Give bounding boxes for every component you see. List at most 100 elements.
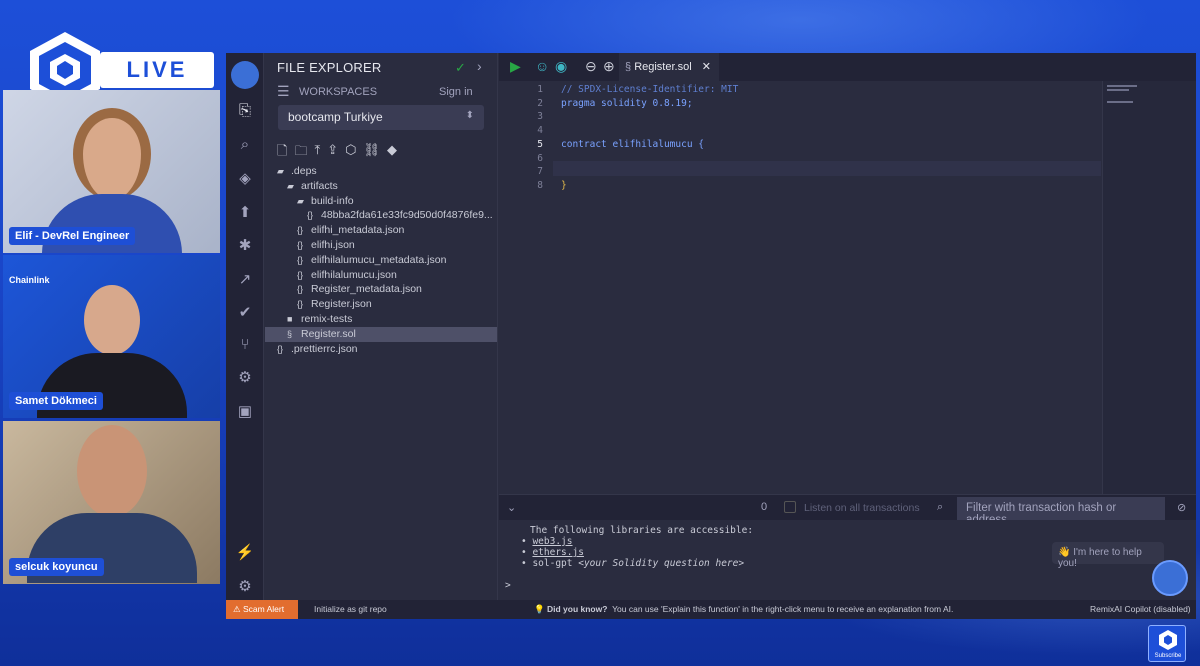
tree-item-label: elifhilalumucu_metadata.json xyxy=(311,253,447,266)
scam-alert-label: Scam Alert xyxy=(242,604,285,614)
link-icon[interactable]: ⛓ xyxy=(363,142,380,158)
debugger-icon[interactable]: ✱ xyxy=(235,236,255,256)
line-number: 8 xyxy=(537,179,543,191)
remix-logo-icon[interactable] xyxy=(231,61,259,89)
git-icon[interactable]: ⑂ xyxy=(235,335,255,355)
tree-item-label: .prettierrc.json xyxy=(291,342,358,355)
terminal-prompt[interactable]: > xyxy=(505,580,511,591)
ipfs-icon[interactable]: ⬡ xyxy=(345,142,356,158)
tree-item[interactable]: {} Register_metadata.json xyxy=(265,282,497,297)
subscribe-button[interactable]: Subscribe xyxy=(1148,625,1186,662)
learneth-icon[interactable]: ▣ xyxy=(235,402,255,422)
check-icon: ✓ xyxy=(455,60,466,75)
tree-item[interactable]: {} elifhilalumucu_metadata.json xyxy=(265,253,497,268)
workspace-select[interactable]: bootcamp Turkiye ⬍ xyxy=(278,105,484,130)
remixai-icon[interactable]: ☺ xyxy=(535,58,549,74)
scam-alert-button[interactable]: ⚠ Scam Alert xyxy=(226,600,298,619)
did-you-know: 💡 Did you know? You can use 'Explain thi… xyxy=(534,604,953,615)
code-editor[interactable]: 1 2 3 45 6 78 // SPDX-License-Identifier: MIT… xyxy=(499,81,1196,494)
folder-icon: ■ xyxy=(287,313,293,324)
listen-checkbox[interactable] xyxy=(784,501,796,513)
tree-item[interactable]: ■ remix-tests xyxy=(265,312,497,327)
upload-file-icon[interactable]: ⤒ xyxy=(314,142,320,158)
tip-text: You can use 'Explain this function' in t… xyxy=(612,604,954,614)
terminal-intro: The following libraries are accessible: xyxy=(530,525,754,536)
tree-item[interactable]: § Register.sol xyxy=(265,326,497,342)
search-icon: ⌕ xyxy=(937,501,944,513)
plugin-manager-icon[interactable]: ⚡ xyxy=(235,543,255,563)
github-icon[interactable]: ◆ xyxy=(387,142,397,158)
tab-register-sol[interactable]: § Register.sol ✕ xyxy=(619,53,719,81)
zoom-out-icon[interactable]: ⊖ xyxy=(585,58,597,75)
lib-link[interactable]: ethers.js xyxy=(532,547,583,558)
line-number: 6 xyxy=(537,152,543,164)
zoom-in-icon[interactable]: ⊕ xyxy=(603,58,615,75)
code-content[interactable]: // SPDX-License-Identifier: MIT pragma so… xyxy=(561,81,1101,494)
tree-item[interactable]: {} elifhilalumucu.json xyxy=(265,268,497,283)
settings-gear-icon[interactable]: ⚙ xyxy=(235,368,255,388)
tree-item-label: elifhi_metadata.json xyxy=(311,224,405,237)
solidity-icon: § xyxy=(625,61,632,73)
webcam-elif: Elif - DevRel Engineer xyxy=(3,90,220,253)
copilot-status[interactable]: RemixAI Copilot (disabled) xyxy=(1090,604,1191,614)
tx-count: 0 xyxy=(761,501,768,513)
deploy-run-icon[interactable]: ⬆ xyxy=(235,203,255,223)
tree-item-label: remix-tests xyxy=(301,312,353,325)
close-tab-icon[interactable]: ✕ xyxy=(702,60,711,73)
git-init-link[interactable]: Initialize as git repo xyxy=(314,604,387,614)
terminal-toolbar: ⌄ 0 Listen on all transactions ⌕ Filter … xyxy=(499,494,1196,526)
search-icon[interactable]: ⌕ xyxy=(235,135,255,155)
code-line: } xyxy=(561,179,567,191)
participant-name: selcuk koyuncu xyxy=(9,558,104,576)
editor-tabbar: ▶ ☺ ◉ ⊖ ⊕ § Register.sol ✕ xyxy=(499,53,1196,81)
hamburger-menu-icon[interactable]: ☰ xyxy=(277,83,290,100)
ai-help-bubble[interactable]: 👋 I'm here to help you! xyxy=(1052,542,1164,569)
filter-input[interactable]: Filter with transaction hash or address xyxy=(957,497,1165,526)
chevron-right-icon[interactable]: › xyxy=(477,58,482,74)
toggle-icon[interactable]: ◉ xyxy=(555,58,567,75)
participant-name: Samet Dökmeci xyxy=(9,392,103,410)
minimap[interactable] xyxy=(1102,81,1196,494)
tree-item[interactable]: ▰ build-info xyxy=(265,194,497,209)
lib-link[interactable]: web3.js xyxy=(532,536,572,547)
live-label: LIVE xyxy=(100,52,214,88)
tree-item[interactable]: ▰ .deps xyxy=(265,164,497,179)
json-icon: {} xyxy=(277,343,284,354)
settings-icon[interactable]: ⚙ xyxy=(235,577,255,597)
sign-in-button[interactable]: Sign in xyxy=(439,86,473,98)
solgpt-hint: <your Solidity question here> xyxy=(578,558,745,569)
file-explorer-icon[interactable]: ⎘ xyxy=(235,101,255,121)
upload-folder-icon[interactable]: ⇪ xyxy=(327,142,338,158)
json-icon: {} xyxy=(307,210,314,221)
solidity-compiler-icon[interactable]: ◈ xyxy=(235,169,255,189)
line-number: 7 xyxy=(537,166,543,178)
new-folder-icon[interactable]: 🗀 xyxy=(294,142,307,158)
tree-item[interactable]: {} 48bba2fda61e33fc9d50d0f4876fe9... xyxy=(265,208,497,223)
line-number: 4 xyxy=(537,125,543,137)
list-item: • ethers.js xyxy=(521,547,584,558)
clear-console-icon[interactable]: ⊘ xyxy=(1177,501,1186,514)
tree-item[interactable]: {} elifhi_metadata.json xyxy=(265,223,497,238)
json-icon: {} xyxy=(297,284,304,295)
file-tree: ▰ .deps ▰ artifacts ▰ build-info {} 48bba2fda61… xyxy=(265,164,497,356)
folder-open-icon: ▰ xyxy=(277,166,284,176)
tree-item-label: elifhilalumucu.json xyxy=(311,268,397,281)
tree-item[interactable]: {} Register.json xyxy=(265,297,497,312)
list-item: • sol-gpt <your Solidity question here> xyxy=(521,558,745,569)
json-icon: {} xyxy=(297,269,304,280)
tree-item-label: .deps xyxy=(291,165,317,177)
tree-item[interactable]: ▰ artifacts xyxy=(265,179,497,194)
tree-item-label: elifhi.json xyxy=(311,238,355,251)
collapse-terminal-icon[interactable]: ⌄ xyxy=(507,501,516,514)
run-icon[interactable]: ▶ xyxy=(510,58,521,75)
code-line: pragma solidity 0.8.19; xyxy=(561,97,693,109)
remixai-bot-icon[interactable] xyxy=(1152,560,1188,596)
new-file-icon[interactable]: 🗋 xyxy=(277,142,287,158)
code-line: // SPDX-License-Identifier: MIT xyxy=(561,84,739,95)
analytics-icon[interactable]: ↗ xyxy=(235,270,255,290)
tree-item-label: Register.sol xyxy=(301,327,356,340)
tree-item[interactable]: {} .prettierrc.json xyxy=(265,342,497,357)
tree-item[interactable]: {} elifhi.json xyxy=(265,238,497,253)
testing-icon[interactable]: ✔ xyxy=(235,303,255,323)
json-icon: {} xyxy=(297,254,304,265)
